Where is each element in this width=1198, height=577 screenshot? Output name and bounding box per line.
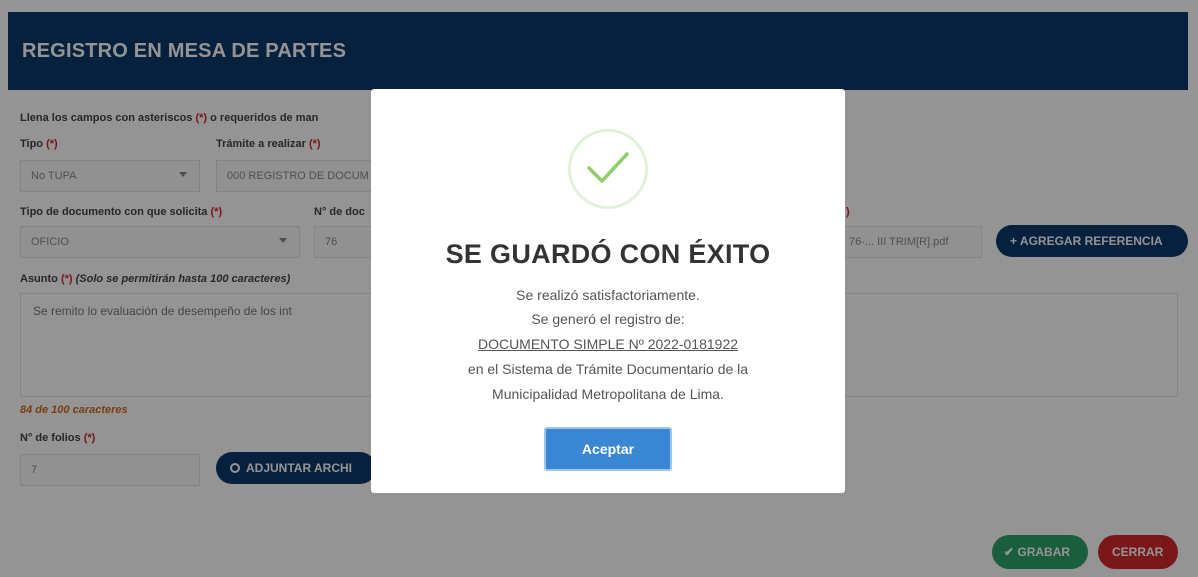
success-dialog: SE GUARDÓ CON ÉXITO Se realizó satisfact… xyxy=(371,89,845,493)
dialog-message-line: Se realizó satisfactoriamente. xyxy=(516,287,700,303)
dialog-message-line: en el Sistema de Trámite Documentario de… xyxy=(467,361,749,377)
document-number: DOCUMENTO SIMPLE Nº 2022-0181922 xyxy=(477,336,739,352)
dialog-message-line: Se generó el registro de: xyxy=(531,311,685,327)
dialog-message-line: Municipalidad Metropolitana de Lima. xyxy=(492,386,724,402)
dialog-title: SE GUARDÓ CON ÉXITO xyxy=(445,239,771,269)
accept-button[interactable]: Aceptar xyxy=(544,427,672,471)
check-icon xyxy=(568,129,648,209)
